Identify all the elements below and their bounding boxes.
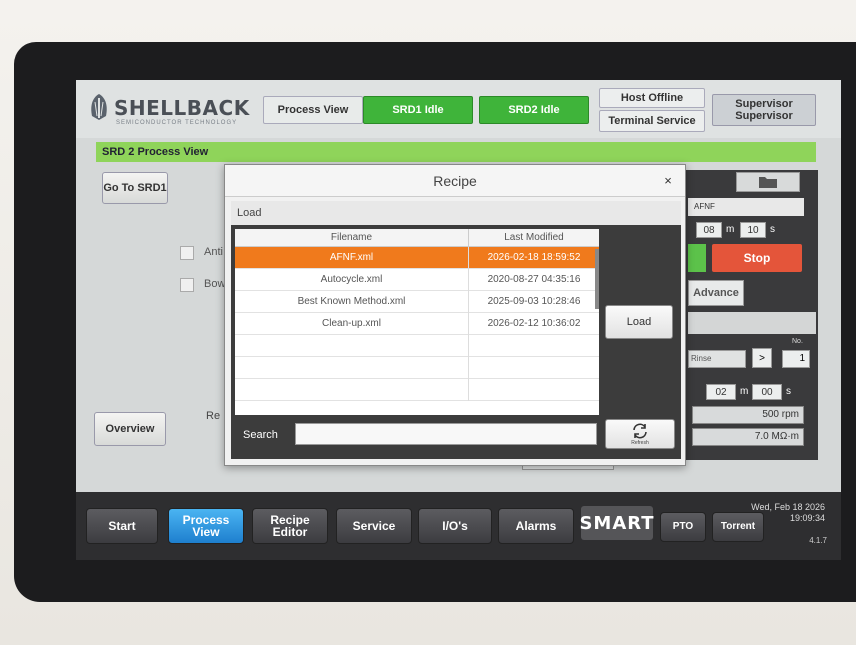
user-login-button[interactable]: Supervisor Supervisor (712, 94, 816, 126)
nav-process-view-line2: View (192, 525, 220, 539)
dialog-title: Recipe (225, 165, 685, 197)
next-step-button[interactable]: > (752, 348, 772, 368)
table-row-empty (235, 357, 599, 379)
stop-button[interactable]: Stop (712, 244, 802, 272)
filename-cell: Clean-up.xml (235, 313, 469, 335)
srd2-status-button[interactable]: SRD2 Idle (479, 96, 589, 124)
step-unit-m: m (740, 386, 749, 397)
modified-cell: 2025-09-03 10:28:46 (487, 296, 581, 307)
recipe-dialog: Recipe × Load Filename Last Modified AFN… (224, 164, 686, 466)
filename-cell: Autocycle.xml (235, 269, 469, 291)
overview-button[interactable]: Overview (94, 412, 166, 446)
empty-cell (235, 357, 469, 379)
unit-s: s (770, 224, 775, 235)
nav-recipe-editor-line2: Editor (272, 525, 308, 539)
empty-cell (235, 379, 469, 401)
column-last-modified[interactable]: Last Modified (469, 229, 599, 247)
current-recipe-field: AFNF (688, 198, 804, 216)
shell-logo-icon (91, 94, 107, 120)
nav-recipe-editor[interactable]: Recipe Editor (252, 508, 328, 544)
nav-ios[interactable]: I/O's (418, 508, 492, 544)
step-number-field: 1 (782, 350, 810, 368)
unit-m: m (726, 224, 735, 235)
step-no-label: No. (792, 338, 803, 345)
nav-service[interactable]: Service (336, 508, 412, 544)
advance-button[interactable]: Advance (688, 280, 744, 306)
header-bar: SHELLBACK SEMICONDUCTOR TECHNOLOGY Proce… (76, 80, 841, 138)
smart-logo-button[interactable]: SMART (579, 506, 654, 540)
bow-checkbox[interactable] (180, 278, 194, 292)
filename-cell: AFNF.xml (235, 247, 469, 269)
dialog-body: Load Filename Last Modified AFNF.xml 202… (231, 201, 681, 459)
page-title: SRD 2 Process View (96, 142, 816, 162)
table-scrollbar[interactable] (595, 249, 599, 309)
column-filename[interactable]: Filename (235, 229, 469, 247)
load-section-header: Load (231, 201, 681, 225)
srd1-status-button[interactable]: SRD1 Idle (363, 96, 473, 124)
modified-cell: 2026-02-12 10:36:02 (487, 318, 581, 329)
time-min-field: 08 (696, 222, 722, 238)
date-text: Wed, Feb 18 2026 (751, 502, 825, 512)
load-button[interactable]: Load (605, 305, 673, 339)
rpm-field: 500 rpm (692, 406, 804, 424)
bow-checkbox-label: Bow (204, 278, 226, 290)
host-status-button[interactable]: Host Offline (599, 88, 705, 108)
close-icon[interactable]: × (660, 173, 676, 189)
shellback-logo: SHELLBACK SEMICONDUCTOR TECHNOLOGY (88, 92, 258, 132)
anti-checkbox-label: Anti (204, 246, 223, 258)
modified-cell: 2020-08-27 04:35:16 (487, 274, 581, 285)
step-unit-s: s (786, 386, 791, 397)
refresh-button[interactable]: Refresh (605, 419, 675, 449)
search-input[interactable] (295, 423, 597, 445)
resistivity-field: 7.0 MΩ·m (692, 428, 804, 446)
table-row-empty (235, 335, 599, 357)
step-header (688, 312, 816, 334)
footer-nav: Start Process View Recipe Editor Service… (76, 492, 841, 560)
nav-alarms[interactable]: Alarms (498, 508, 574, 544)
process-view-button[interactable]: Process View (263, 96, 363, 124)
search-label: Search (243, 429, 278, 441)
table-row[interactable]: Best Known Method.xml 2025-09-03 10:28:4… (235, 291, 599, 313)
modified-cell: 2026-02-18 18:59:52 (487, 252, 581, 263)
recipe-file-table: Filename Last Modified AFNF.xml 2026-02-… (235, 229, 599, 415)
re-label: Re (206, 410, 221, 422)
filename-cell: Best Known Method.xml (235, 291, 469, 313)
refresh-caption: Refresh (631, 440, 649, 446)
version-text: 4.1.7 (809, 536, 827, 545)
nav-start[interactable]: Start (86, 508, 158, 544)
step-time-min-field: 02 (706, 384, 736, 400)
terminal-service-button[interactable]: Terminal Service (599, 110, 705, 132)
table-row[interactable]: AFNF.xml 2026-02-18 18:59:52 (235, 247, 599, 269)
hmi-screen: SHELLBACK SEMICONDUCTOR TECHNOLOGY Proce… (76, 80, 841, 560)
time-sec-field: 10 (740, 222, 766, 238)
refresh-icon (633, 423, 647, 439)
user-line-1: Supervisor (735, 98, 793, 110)
table-row[interactable]: Autocycle.xml 2020-08-27 04:35:16 (235, 269, 599, 291)
table-row[interactable]: Clean-up.xml 2026-02-12 10:36:02 (235, 313, 599, 335)
step-time-sec-field: 00 (752, 384, 782, 400)
logo-name: SHELLBACK (114, 96, 250, 120)
folder-button[interactable] (736, 172, 800, 192)
folder-icon (759, 177, 777, 188)
datetime-display: Wed, Feb 18 2026 19:09:34 (751, 502, 825, 524)
logo-tagline: SEMICONDUCTOR TECHNOLOGY (116, 120, 238, 126)
nav-pto[interactable]: PTO (660, 512, 706, 542)
table-row-empty (235, 379, 599, 401)
user-line-2: Supervisor (735, 110, 793, 122)
go-to-srd1-button[interactable]: Go To SRD1 (102, 172, 168, 204)
empty-cell (235, 335, 469, 357)
time-text: 19:09:34 (789, 513, 825, 523)
anti-checkbox[interactable] (180, 246, 194, 260)
nav-process-view[interactable]: Process View (168, 508, 244, 544)
start-button[interactable] (688, 244, 706, 272)
step-name-field: Rinse (688, 350, 746, 368)
